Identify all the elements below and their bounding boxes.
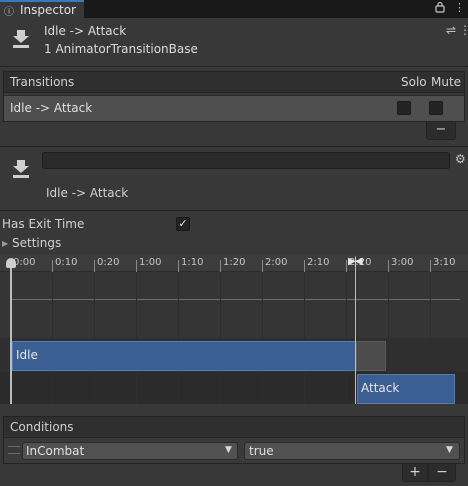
timeline-tick-label: 3:00 bbox=[391, 257, 414, 268]
divider bbox=[0, 210, 468, 211]
add-condition-button[interactable]: + bbox=[402, 464, 428, 482]
source-state-label: Idle bbox=[16, 348, 38, 362]
timeline-tick bbox=[220, 260, 221, 272]
weight-curve bbox=[12, 299, 460, 300]
solo-column-label: Solo bbox=[401, 75, 427, 89]
timeline-tick-label: 1:20 bbox=[223, 257, 246, 268]
timeline-tick bbox=[388, 260, 389, 272]
timeline-tick-label: 0:10 bbox=[55, 257, 78, 268]
timeline-tick bbox=[430, 260, 431, 272]
transitions-title: Transitions bbox=[10, 75, 75, 89]
remove-transition-button[interactable]: − bbox=[426, 122, 456, 140]
mute-column-label: Mute bbox=[431, 75, 462, 89]
tab-label: Inspector bbox=[20, 3, 76, 17]
info-icon: ⓘ bbox=[4, 7, 14, 18]
chevron-right-icon[interactable]: ▶ bbox=[2, 239, 8, 248]
timeline-gridline bbox=[178, 273, 179, 404]
playhead[interactable] bbox=[10, 266, 12, 404]
timeline-tick bbox=[304, 260, 305, 272]
destination-state-label: Attack bbox=[361, 381, 400, 395]
page-subtitle: 1 AnimatorTransitionBase bbox=[44, 42, 198, 56]
timeline-gridline bbox=[94, 273, 95, 404]
timeline-tick-label: 2:00 bbox=[265, 257, 288, 268]
timeline-gridline bbox=[52, 273, 53, 404]
timeline-gridline bbox=[220, 273, 221, 404]
timeline-tick-label: 0:20 bbox=[97, 257, 120, 268]
timeline-gridline bbox=[346, 273, 347, 404]
mute-checkbox[interactable] bbox=[429, 101, 443, 115]
timeline-tick-label: 1:00 bbox=[139, 257, 162, 268]
divider bbox=[0, 66, 468, 67]
condition-value-dropdown[interactable] bbox=[244, 442, 460, 460]
tab-inspector[interactable]: ⓘ Inspector bbox=[0, 0, 84, 18]
condition-parameter-value: InCombat bbox=[26, 444, 85, 458]
has-exit-time-checkbox[interactable]: ✓ bbox=[176, 217, 190, 231]
more-icon[interactable]: ⋮ bbox=[459, 23, 468, 37]
gear-icon[interactable]: ⚙ bbox=[455, 152, 466, 166]
page-title: Idle -> Attack bbox=[44, 24, 127, 38]
timeline-tick bbox=[94, 260, 95, 272]
timeline-tick bbox=[136, 260, 137, 272]
timeline-tick bbox=[52, 260, 53, 272]
timeline-tick bbox=[262, 260, 263, 272]
transition-marker-icon[interactable]: ▶|◀ bbox=[348, 256, 363, 267]
remove-condition-button[interactable]: − bbox=[428, 464, 456, 482]
divider bbox=[0, 146, 468, 147]
transition-marker-line bbox=[355, 266, 356, 404]
timeline-gridline bbox=[262, 273, 263, 404]
has-exit-time-label: Has Exit Time bbox=[2, 217, 85, 231]
name-field[interactable] bbox=[42, 152, 450, 169]
tab-menu-icon[interactable]: ⋮ bbox=[454, 1, 465, 14]
transition-label: Idle -> Attack bbox=[10, 101, 93, 115]
solo-checkbox[interactable] bbox=[397, 101, 411, 115]
timeline-tick bbox=[346, 260, 347, 272]
settings-foldout[interactable]: Settings bbox=[12, 236, 61, 250]
timeline-tick-label: 0:00 bbox=[13, 257, 36, 268]
timeline-gridline bbox=[304, 273, 305, 404]
source-state-bar[interactable] bbox=[12, 341, 356, 371]
condition-value: true bbox=[249, 444, 274, 458]
timeline-tick-label: 1:10 bbox=[181, 257, 204, 268]
conditions-title: Conditions bbox=[10, 420, 74, 434]
timeline-tick-label: 3:10 bbox=[433, 257, 456, 268]
timeline-gridline bbox=[136, 273, 137, 404]
timeline-tick bbox=[178, 260, 179, 272]
timeline-tick-label: 2:10 bbox=[307, 257, 330, 268]
lock-icon[interactable] bbox=[435, 1, 445, 16]
drag-handle-icon[interactable] bbox=[8, 446, 20, 454]
source-state-tail bbox=[356, 341, 386, 371]
transition-icon bbox=[10, 28, 32, 50]
transition-icon bbox=[10, 158, 32, 180]
transition-name-label: Idle -> Attack bbox=[46, 186, 129, 200]
chevron-down-icon: ▼ bbox=[446, 445, 453, 455]
presets-icon[interactable]: ⇌ bbox=[446, 23, 456, 37]
playhead-handle[interactable] bbox=[6, 258, 16, 268]
chevron-down-icon: ▼ bbox=[225, 445, 232, 455]
